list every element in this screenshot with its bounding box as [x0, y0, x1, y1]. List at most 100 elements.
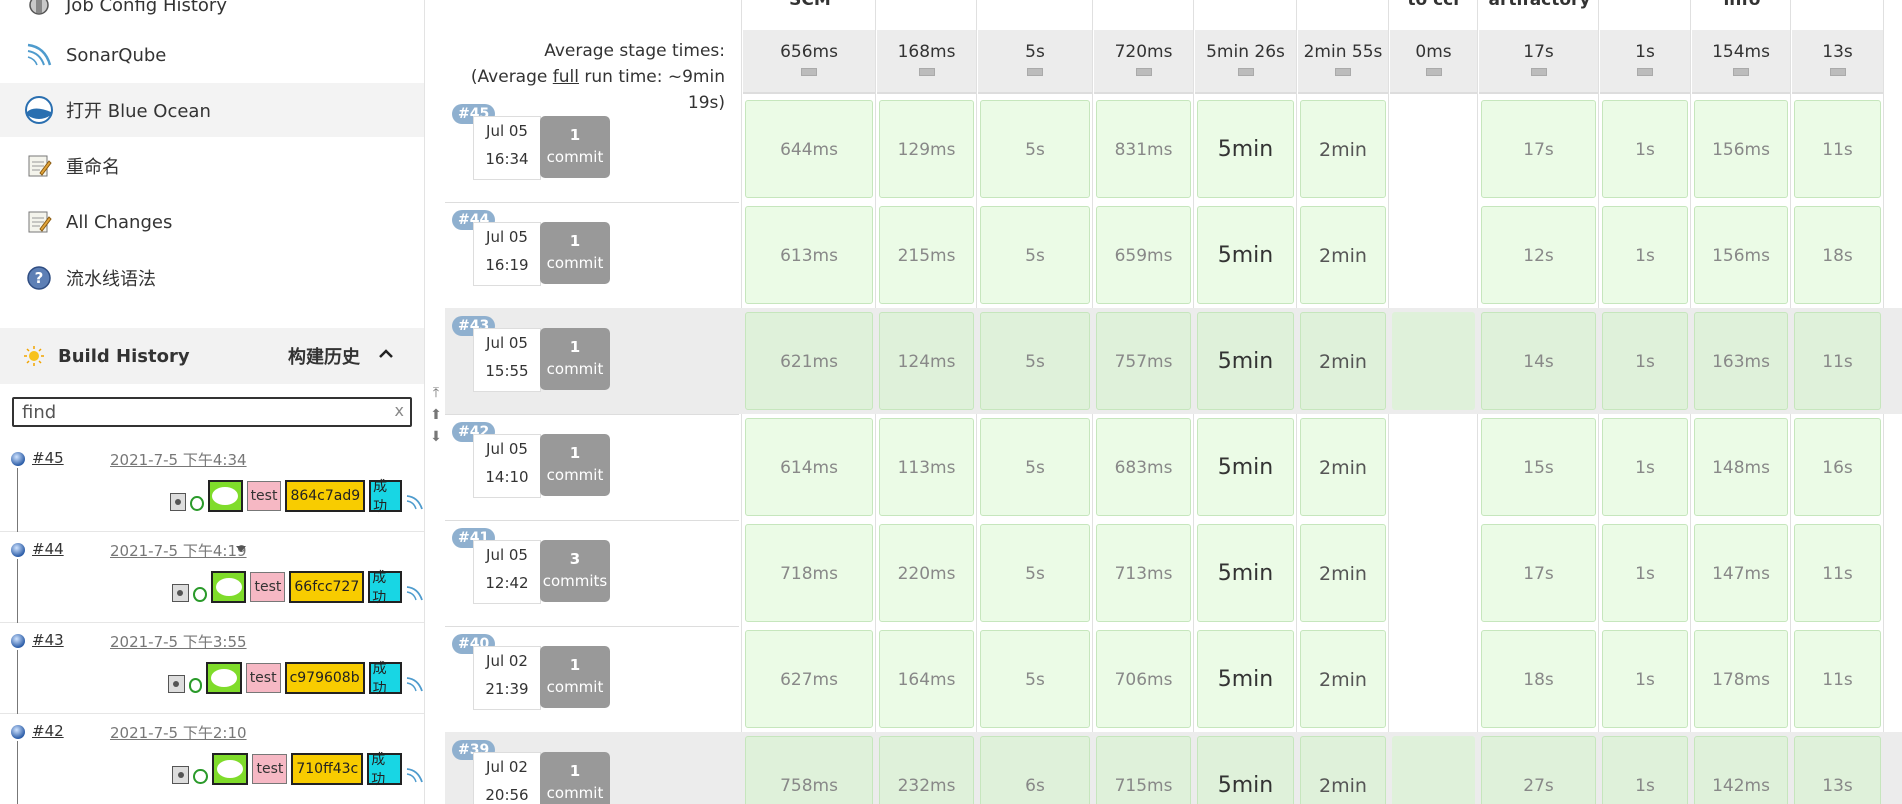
stage-cell[interactable]: 2min 53s — [1300, 100, 1386, 259]
stage-cell[interactable]: 659ms — [1096, 206, 1191, 304]
stage-cell[interactable]: 831ms — [1096, 100, 1191, 198]
stage-cell[interactable]: 113ms — [879, 418, 974, 516]
console-icon[interactable] — [170, 493, 187, 511]
stage-cell[interactable]: 2min 34s — [1300, 418, 1386, 577]
stage-cell[interactable]: 2min 35s — [1300, 524, 1386, 683]
stage-cell[interactable]: 683ms — [1096, 418, 1191, 516]
stage-cell[interactable]: 5min 24s — [1197, 630, 1294, 790]
stage-cell[interactable]: 147ms — [1694, 524, 1788, 622]
commit-count-button[interactable]: 1 commit — [540, 752, 610, 804]
stage-cell[interactable]: 5min 27s — [1197, 206, 1294, 366]
build-history-title-cn[interactable]: 构建历史 — [288, 343, 360, 369]
sonarqube-icon[interactable] — [406, 766, 424, 784]
stage-cell[interactable]: 1s — [1602, 418, 1688, 516]
stage-cell[interactable]: 13s — [1794, 736, 1881, 804]
build-number-link[interactable]: #43 — [32, 631, 64, 649]
build-date-link[interactable]: 2021-7-5 下午4:19 — [110, 540, 247, 561]
stage-cell[interactable]: 1s — [1602, 524, 1688, 622]
stage-cell[interactable]: 627ms — [745, 630, 873, 728]
scroll-top-icon[interactable]: ⤒ — [429, 385, 443, 401]
full-run-link[interactable]: full — [553, 67, 579, 87]
stage-cell[interactable]: 1s — [1602, 736, 1688, 804]
sidebar-item-sonarqube[interactable]: SonarQube — [0, 28, 424, 82]
stage-cell[interactable]: 17s — [1481, 524, 1596, 622]
console-icon[interactable] — [168, 675, 185, 693]
stage-cell[interactable]: 706ms — [1096, 630, 1191, 728]
stage-cell[interactable]: 5s — [980, 206, 1090, 304]
stage-cell[interactable]: 644ms — [745, 100, 873, 198]
commit-count-button[interactable]: 1 commit — [540, 116, 610, 178]
build-search-input[interactable]: find x — [12, 397, 412, 427]
stage-cell[interactable]: 164ms — [879, 630, 974, 728]
scroll-up-icon[interactable]: ⬆ — [429, 407, 443, 423]
stage-cell[interactable]: 163ms — [1694, 312, 1788, 410]
chevron-up-icon[interactable] — [374, 342, 398, 366]
sonarqube-icon[interactable] — [406, 675, 424, 693]
stage-cell[interactable]: 124ms — [879, 312, 974, 410]
stage-cell[interactable]: 614ms — [745, 418, 873, 516]
commit-count-button[interactable]: 1 commit — [540, 328, 610, 390]
stage-cell[interactable]: 16s — [1794, 418, 1881, 516]
stage-cell[interactable]: 5s — [980, 524, 1090, 622]
stage-cell[interactable]: 156ms — [1694, 100, 1788, 198]
stage-cell[interactable]: 27s — [1481, 736, 1596, 804]
stage-cell[interactable]: 11s — [1794, 100, 1881, 198]
stage-cell[interactable]: 220ms — [879, 524, 974, 622]
stage-cell[interactable]: 5min 29s — [1197, 418, 1294, 578]
stage-cell[interactable]: 142ms — [1694, 736, 1788, 804]
build-date-link[interactable]: 2021-7-5 下午4:34 — [110, 449, 247, 470]
stage-cell[interactable]: 11s — [1794, 312, 1881, 410]
build-number-link[interactable]: #45 — [32, 449, 64, 467]
commit-count-button[interactable]: 1 commit — [540, 222, 610, 284]
stage-cell[interactable]: 1s — [1602, 630, 1688, 728]
stage-cell[interactable]: 18s — [1481, 630, 1596, 728]
stage-cell[interactable]: 2min 35s — [1300, 630, 1386, 789]
stage-cell[interactable]: 11s — [1794, 630, 1881, 728]
stage-cell[interactable]: 758ms — [745, 736, 873, 804]
stage-cell[interactable]: 178ms — [1694, 630, 1788, 728]
stage-cell[interactable]: 2min 54s — [1300, 206, 1386, 365]
sonarqube-icon[interactable] — [406, 584, 424, 602]
scroll-down-icon[interactable]: ⬇ — [429, 429, 443, 445]
stage-cell[interactable]: 5s — [980, 630, 1090, 728]
sidebar-item-pipeline-syntax[interactable]: ? 流水线语法 — [0, 251, 424, 305]
sidebar-item-blue-ocean[interactable]: 打开 Blue Ocean — [0, 83, 424, 137]
clear-search-icon[interactable]: x — [395, 401, 404, 420]
stage-cell[interactable]: 718ms — [745, 524, 873, 622]
stage-cell[interactable]: 5min 27s — [1197, 100, 1294, 260]
build-date-link[interactable]: 2021-7-5 下午3:55 — [110, 631, 247, 652]
stage-cell[interactable]: 148ms — [1694, 418, 1788, 516]
stage-cell[interactable]: 621ms — [745, 312, 873, 410]
stage-cell[interactable]: 5min 24s — [1197, 736, 1294, 804]
stage-cell[interactable]: 757ms — [1096, 312, 1191, 410]
build-date-link[interactable]: 2021-7-5 下午2:10 — [110, 722, 247, 743]
sidebar-item-rename[interactable]: 重命名 — [0, 139, 424, 193]
stage-cell[interactable]: 5s — [980, 100, 1090, 198]
stage-cell[interactable]: 2min 56s — [1300, 312, 1386, 471]
build-number-link[interactable]: #42 — [32, 722, 64, 740]
stage-cell[interactable]: 18s — [1794, 206, 1881, 304]
stage-cell[interactable]: 2min 13s — [1300, 736, 1386, 804]
stage-cell[interactable]: 12s — [1481, 206, 1596, 304]
stage-cell[interactable]: 715ms — [1096, 736, 1191, 804]
stage-cell[interactable]: 17s — [1481, 100, 1596, 198]
sonarqube-icon[interactable] — [406, 493, 424, 511]
stage-cell[interactable]: 5min 31s — [1197, 312, 1294, 472]
commit-count-button[interactable]: 1 commit — [540, 434, 610, 496]
stage-cell[interactable]: 613ms — [745, 206, 873, 304]
stage-cell[interactable]: 1s — [1602, 100, 1688, 198]
stage-cell[interactable]: 14s — [1481, 312, 1596, 410]
stage-cell[interactable]: 156ms — [1694, 206, 1788, 304]
stage-cell[interactable]: 232ms — [879, 736, 974, 804]
stage-cell[interactable]: 11s — [1794, 524, 1881, 622]
stage-cell[interactable]: 6s — [980, 736, 1090, 804]
stage-cell[interactable]: 1s — [1602, 312, 1688, 410]
console-icon[interactable] — [172, 584, 189, 602]
console-icon[interactable] — [172, 766, 190, 784]
commit-count-button[interactable]: 3 commits — [540, 540, 610, 602]
stage-cell[interactable]: 129ms — [879, 100, 974, 198]
stage-cell[interactable]: 5s — [980, 418, 1090, 516]
stage-cell[interactable]: 5min 26s — [1197, 524, 1294, 684]
commit-count-button[interactable]: 1 commit — [540, 646, 610, 708]
stage-cell[interactable]: 215ms — [879, 206, 974, 304]
